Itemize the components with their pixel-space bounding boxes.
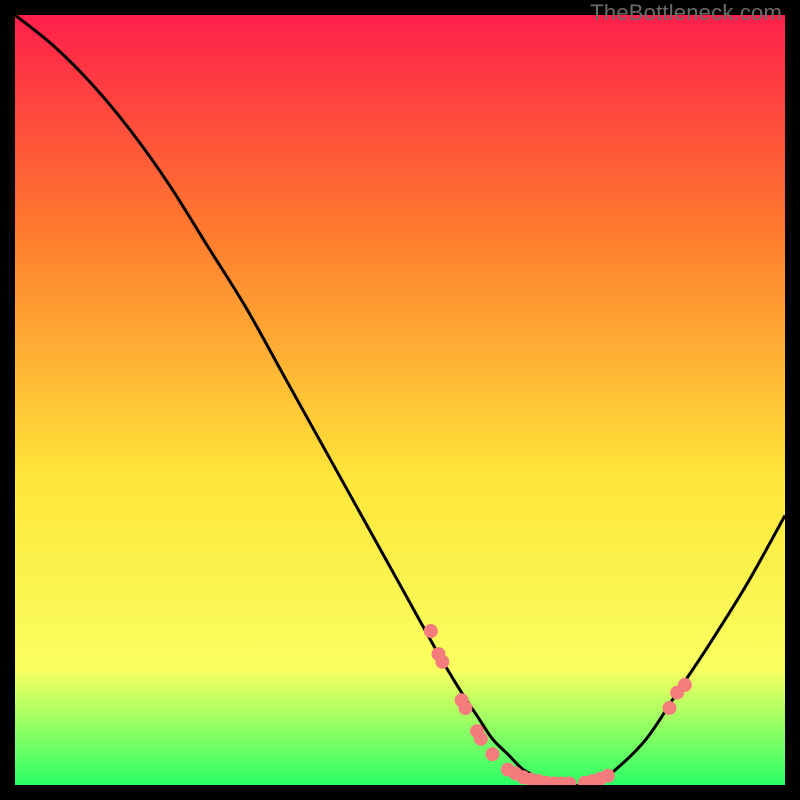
data-marker [678,678,692,692]
data-marker [458,701,472,715]
data-marker [663,701,677,715]
data-marker [601,769,615,783]
watermark-text: TheBottleneck.com [590,0,782,26]
data-marker [424,624,438,638]
data-marker [485,747,499,761]
data-marker [435,655,449,669]
data-marker [474,732,488,746]
bottleneck-chart [15,15,785,785]
chart-frame [15,15,785,785]
